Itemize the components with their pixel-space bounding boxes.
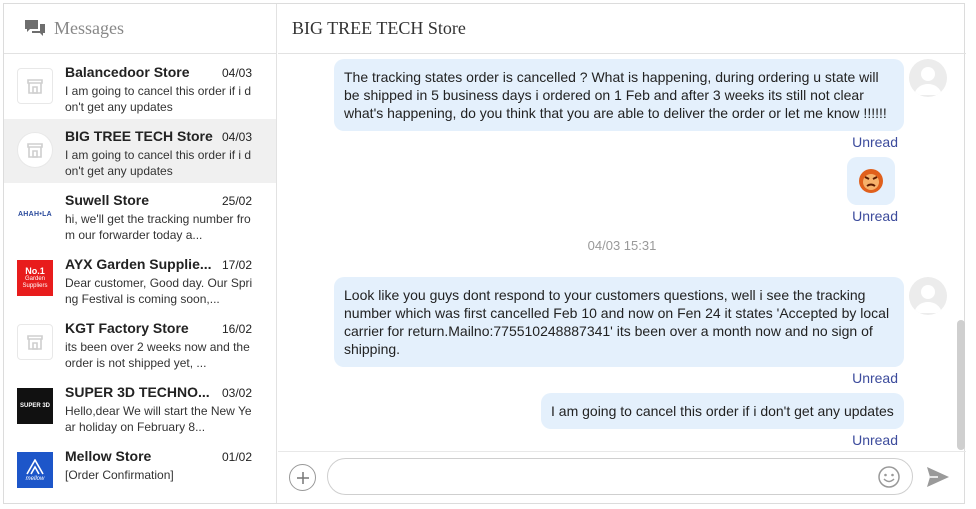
conversation-date: 04/03 [221,66,252,80]
conversation-name: Suwell Store [65,192,150,208]
message-bubble: I am going to cancel this order if i don… [541,393,904,429]
conversation-list: Balancedoor Store 04/03 I am going to ca… [4,55,276,503]
messages-window: Messages Balancedoor Store 04/03 I am go… [3,3,966,504]
read-status: Unread [852,134,898,150]
conversation-date: 03/02 [221,386,252,400]
chat-title: BIG TREE TECH Store [292,18,466,38]
store-logo: AHAH•LA [17,210,53,218]
user-avatar-icon [909,277,947,315]
conversation-preview: [Order Confirmation] [65,468,174,482]
store-icon [17,324,53,360]
conversation-name: Mellow Store [65,448,152,464]
conversation-date: 16/02 [221,322,252,336]
store-logo: No.1 Garden Suppliers [17,260,53,296]
conversation-preview: its been over 2 weeks now and the order … [65,340,250,370]
sidebar-title: Messages [54,18,124,38]
chat-header: BIG TREE TECH Store [278,4,966,54]
plus-icon [296,471,309,484]
message-bubble: The tracking states order is cancelled ?… [334,59,904,131]
conversation-date: 25/02 [221,194,252,208]
message-bubble: Look like you guys dont respond to your … [334,277,904,367]
chat-panel: BIG TREE TECH Store The tracking states … [278,4,966,503]
message-thread[interactable]: The tracking states order is cancelled ?… [278,55,966,451]
conversation-name: Balancedoor Store [65,64,190,80]
conversation-date: 04/03 [221,130,252,144]
send-icon[interactable] [926,466,950,488]
mellow-logo-icon [26,458,44,474]
store-logo-title: No.1 [25,266,45,276]
store-icon [17,68,53,104]
read-status: Unread [852,370,898,386]
store-logo: mellow [17,452,53,488]
store-logo-subtitle: Garden Suppliers [22,276,48,289]
angry-face-sticker[interactable] [847,157,895,205]
conversation-name: SUPER 3D TECHNO... [65,384,210,400]
sidebar-header: Messages [4,4,276,54]
add-attachment-button[interactable] [289,464,316,491]
conversation-preview: Hello,dear We will start the New Year ho… [65,404,252,434]
chat-bubbles-icon [25,19,45,36]
conversation-date: 01/02 [221,450,252,464]
user-avatar-icon [909,59,947,97]
store-logo-text: mellow [25,475,45,482]
read-status: Unread [852,208,898,224]
conversation-item[interactable]: mellow Mellow Store 01/02 [Order Confirm… [4,439,276,503]
conversation-item[interactable]: AHAH•LA Suwell Store 25/02 hi, we'll get… [4,183,276,247]
message-input[interactable] [327,458,913,495]
conversation-name: AYX Garden Supplie... [65,256,212,272]
conversation-name: KGT Factory Store [65,320,189,336]
message-timestamp: 04/03 15:31 [587,238,657,253]
conversation-preview: I am going to cancel this order if i don… [65,148,252,178]
emoji-icon[interactable] [877,465,901,489]
read-status: Unread [852,432,898,448]
thread-scrollbar[interactable] [957,320,965,450]
conversation-preview: I am going to cancel this order if i don… [65,84,252,114]
conversation-sidebar: Messages Balancedoor Store 04/03 I am go… [4,4,277,503]
conversation-item[interactable]: KGT Factory Store 16/02 its been over 2 … [4,311,276,375]
conversation-name: BIG TREE TECH Store [65,128,213,144]
store-icon [17,132,53,168]
conversation-item[interactable]: SUPER 3D SUPER 3D TECHNO... 03/02 Hello,… [4,375,276,439]
conversation-preview: Dear customer, Good day. Our Spring Fest… [65,276,253,306]
message-composer [278,451,966,503]
conversation-item[interactable]: No.1 Garden Suppliers AYX Garden Supplie… [4,247,276,311]
store-logo: SUPER 3D [17,388,53,424]
conversation-preview: hi, we'll get the tracking number from o… [65,212,251,242]
conversation-item-active[interactable]: BIG TREE TECH Store 04/03 I am going to … [4,119,276,183]
conversation-item[interactable]: Balancedoor Store 04/03 I am going to ca… [4,55,276,119]
conversation-date: 17/02 [221,258,252,272]
